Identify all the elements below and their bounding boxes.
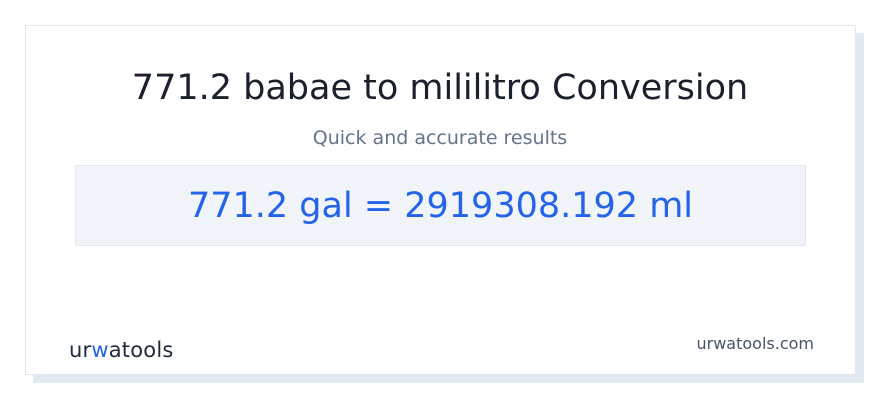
site-url: urwatools.com — [696, 334, 815, 353]
logo-text-accent: w — [91, 338, 109, 362]
conversion-result: 771.2 gal = 2919308.192 ml — [187, 185, 694, 226]
logo-text-start: ur — [69, 338, 92, 362]
logo-text-end: atools — [108, 338, 174, 362]
urwatools-logo: urwatools — [69, 336, 174, 364]
page-title: 771.2 babae to mililitro Conversion — [131, 68, 749, 108]
page-subtitle: Quick and accurate results — [312, 127, 568, 149]
result-box: 771.2 gal = 2919308.192 ml — [75, 165, 806, 246]
